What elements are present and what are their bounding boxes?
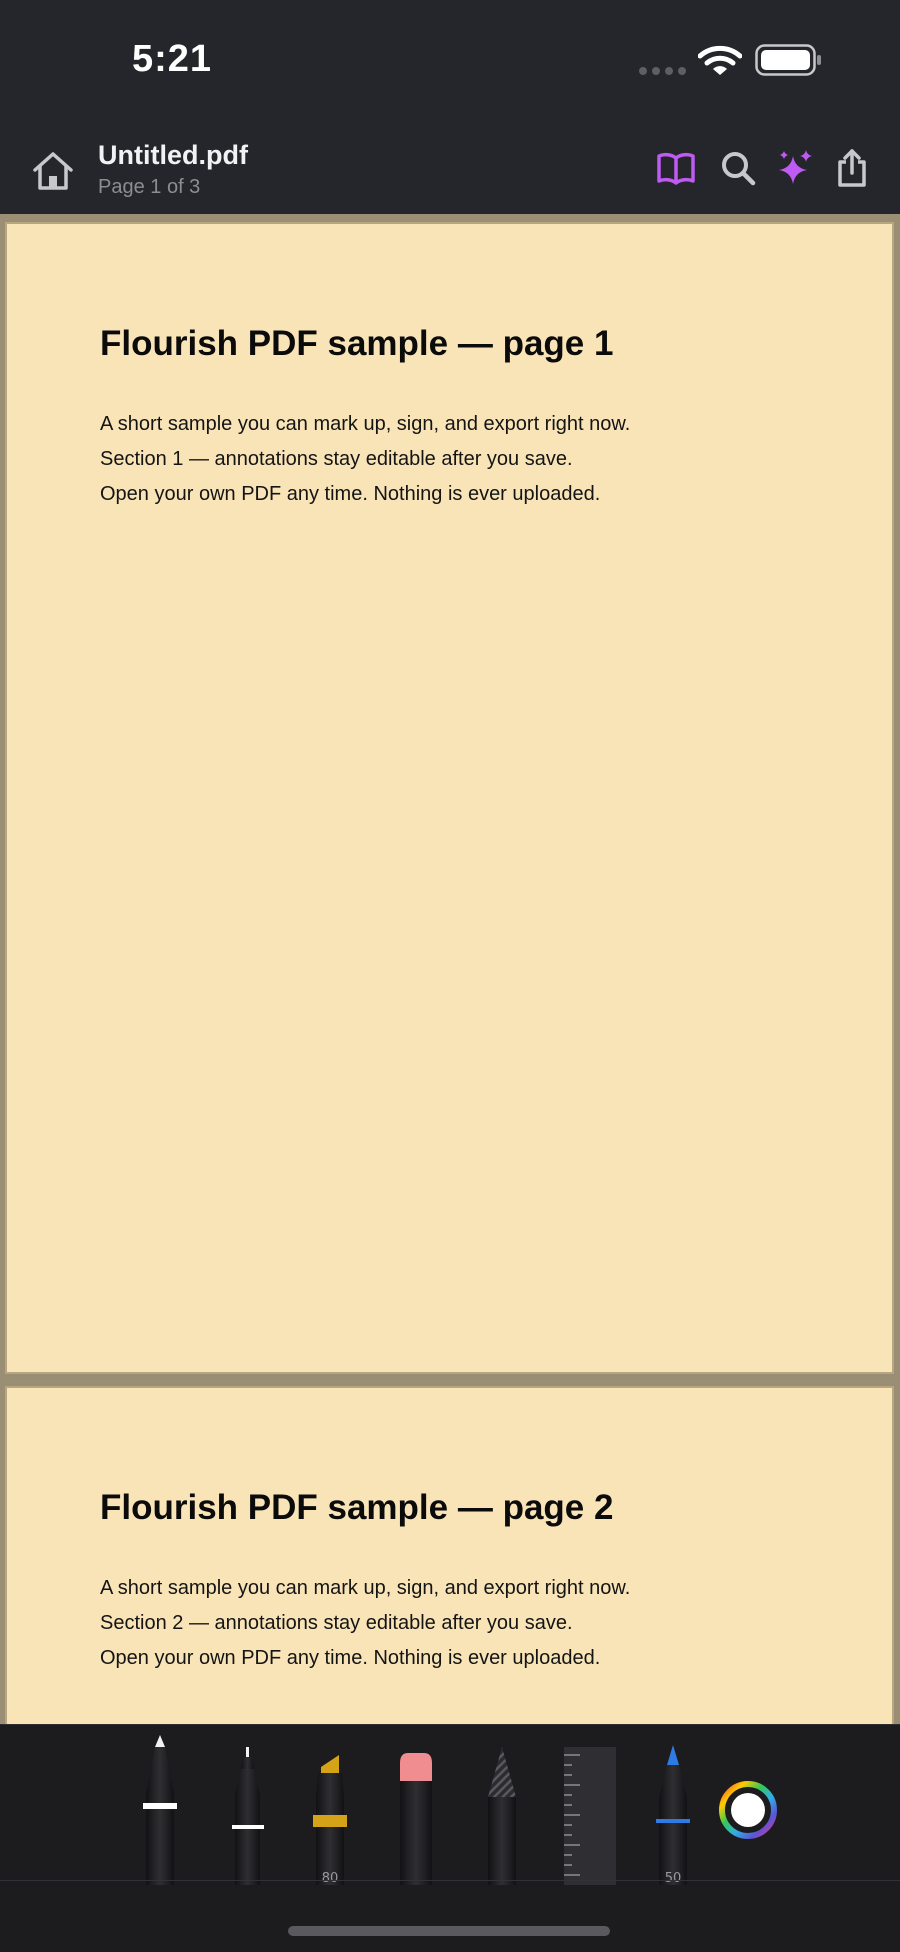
page-text-line: A short sample you can mark up, sign, an… [100, 1577, 631, 1599]
search-icon[interactable] [718, 148, 758, 188]
sparkles-icon[interactable] [775, 148, 815, 188]
battery-icon [755, 44, 821, 76]
page-text-line: A short sample you can mark up, sign, an… [100, 413, 631, 435]
lasso-icon[interactable] [480, 1733, 524, 1885]
pdf-page-1[interactable]: Flourish PDF sample — page 1 A short sam… [5, 222, 894, 1374]
page-indicator: Page 1 of 3 [98, 176, 201, 198]
page-text-line: Section 2 — annotations stay editable af… [100, 1612, 573, 1634]
highlighter-icon[interactable] [308, 1733, 352, 1885]
markup-toolbar: 80 50 [0, 1724, 900, 1952]
pen-icon[interactable] [138, 1733, 182, 1885]
page-text-line: Open your own PDF any time. Nothing is e… [100, 483, 601, 505]
document-title[interactable]: Untitled.pdf [98, 140, 248, 171]
status-time: 5:21 [132, 38, 213, 80]
fineliner-icon[interactable] [226, 1733, 270, 1885]
marker-icon[interactable] [651, 1733, 695, 1885]
ruler-icon[interactable] [560, 1733, 618, 1885]
marker-opacity: 50 [664, 1871, 682, 1886]
page-heading: Flourish PDF sample — page 2 [100, 1488, 614, 1527]
eraser-icon[interactable] [394, 1733, 438, 1885]
home-indicator[interactable] [288, 1926, 610, 1936]
page-heading: Flourish PDF sample — page 1 [100, 324, 614, 363]
pdf-page-2[interactable]: Flourish PDF sample — page 2 A short sam… [5, 1386, 894, 1724]
home-icon[interactable] [30, 150, 76, 192]
highlighter-opacity: 80 [321, 1871, 339, 1886]
toolbar-divider [0, 1880, 900, 1881]
status-bar: 5:21 [0, 0, 900, 122]
wifi-icon [698, 45, 742, 75]
signal-dots-icon [639, 67, 686, 75]
color-wheel-icon[interactable] [718, 1780, 778, 1840]
share-icon[interactable] [832, 148, 872, 188]
nav-bar: Untitled.pdf Page 1 of 3 [0, 122, 900, 214]
page-text-line: Open your own PDF any time. Nothing is e… [100, 1647, 601, 1669]
book-icon[interactable] [656, 148, 696, 188]
document-canvas[interactable]: Flourish PDF sample — page 1 A short sam… [0, 214, 900, 1724]
page-text-line: Section 1 — annotations stay editable af… [100, 448, 573, 470]
